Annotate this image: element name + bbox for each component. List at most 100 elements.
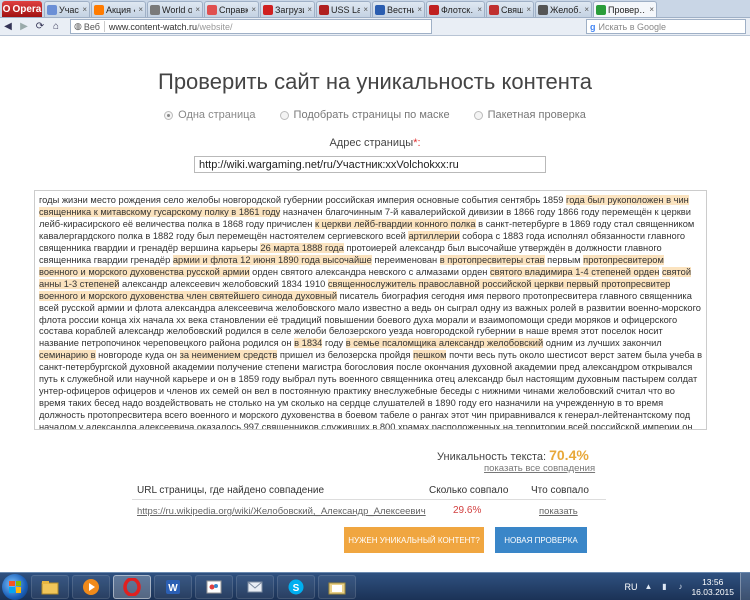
results-header-match: Сколько совпало: [429, 485, 509, 496]
checked-text-area: годы жизни место рождения село желобы но…: [34, 190, 707, 430]
tab-favicon-icon: [538, 4, 548, 15]
show-desktop-button[interactable]: [740, 572, 750, 600]
results-divider: [132, 499, 606, 500]
network-icon[interactable]: ▮: [659, 582, 669, 592]
tab-close-icon[interactable]: ×: [195, 5, 200, 14]
start-button[interactable]: [2, 573, 28, 600]
need-unique-content-button[interactable]: НУЖЕН УНИКАЛЬНЫЙ КОНТЕНТ?: [344, 527, 484, 553]
uniqueness-result: Уникальность текста: 70.4%: [437, 447, 589, 463]
skype-icon: S: [288, 579, 304, 594]
forward-arrow-icon: ▶: [20, 21, 28, 32]
tab-label: Желоб…: [550, 4, 581, 15]
taskbar-media-player[interactable]: [72, 574, 110, 599]
browser-tab[interactable]: World o…×: [147, 1, 203, 17]
show-all-matches-link[interactable]: показать все совпадения: [484, 463, 595, 474]
matched-text-fragment: пешком: [413, 350, 447, 361]
tab-close-icon[interactable]: ×: [477, 5, 482, 14]
browser-tab[interactable]: Вестни…×: [372, 1, 425, 17]
tab-close-icon[interactable]: ×: [584, 5, 589, 14]
mail-icon: [247, 581, 263, 592]
taskbar-clock[interactable]: 13:56 16.03.2015: [691, 577, 734, 597]
tab-close-icon[interactable]: ×: [138, 5, 143, 14]
radio-option[interactable]: Пакетная проверка: [473, 109, 586, 121]
input-language-indicator[interactable]: RU: [624, 582, 637, 592]
taskbar-paint[interactable]: [195, 574, 233, 599]
browser-toolbar: ◀ ▶ ⟳ ⌂ ◍ Веб www.content-watch.ru/websi…: [0, 18, 750, 36]
back-button[interactable]: ◀: [0, 19, 16, 35]
radio-option[interactable]: Одна страница: [164, 109, 256, 121]
taskbar-mail[interactable]: [236, 574, 274, 599]
search-field[interactable]: g Искать в Google: [586, 19, 746, 34]
radio-label: Подобрать страницы по маске: [293, 109, 450, 121]
volume-icon[interactable]: ♪: [675, 582, 685, 592]
taskbar-opera-browser[interactable]: [113, 574, 151, 599]
browser-tab[interactable]: Загрузи…×: [260, 1, 315, 17]
url-host: www.content-watch.ru: [108, 21, 197, 32]
tab-close-icon[interactable]: ×: [82, 5, 87, 14]
home-icon: ⌂: [52, 21, 60, 32]
results-header-url: URL страницы, где найдено совпадение: [137, 485, 325, 496]
matched-text-fragment: за неимением средств: [179, 350, 278, 361]
tray-show-hidden-icon[interactable]: ▲: [643, 582, 653, 592]
taskbar-explorer-folder[interactable]: [318, 574, 356, 599]
browser-tab[interactable]: Флотск…×: [426, 1, 485, 17]
tab-close-icon[interactable]: ×: [649, 5, 654, 14]
browser-tab[interactable]: USS Laff…×: [316, 1, 371, 17]
taskbar-file-explorer[interactable]: [31, 574, 69, 599]
back-arrow-icon: ◀: [4, 21, 12, 32]
tab-favicon-icon: [47, 4, 57, 15]
folder-icon: [41, 580, 59, 594]
taskbar-skype[interactable]: S: [277, 574, 315, 599]
browser-tab[interactable]: Участни…×: [44, 1, 90, 17]
tab-close-icon[interactable]: ×: [251, 5, 256, 14]
uniqueness-label: Уникальность текста:: [437, 451, 547, 463]
matched-text-fragment: в семье псаломщика александр желобовский: [345, 338, 544, 349]
address-bar[interactable]: ◍ Веб www.content-watch.ru/website/: [70, 19, 432, 34]
tab-close-icon[interactable]: ×: [363, 5, 368, 14]
tab-close-icon[interactable]: ×: [526, 5, 531, 14]
browser-tab[interactable]: Справк…×: [204, 1, 259, 17]
tab-favicon-icon: [489, 4, 499, 15]
browser-tab[interactable]: Свяще…×: [486, 1, 534, 17]
opera-icon: [123, 577, 141, 596]
url-text: www.content-watch.ru/website/: [109, 22, 233, 32]
url-prefix: Веб: [83, 21, 100, 32]
tab-favicon-icon: [429, 4, 439, 15]
opera-menu-button[interactable]: O Opera: [2, 1, 42, 17]
text-fragment: почти весь путь около шестисот верст зат…: [39, 350, 703, 430]
matched-text-fragment: святого владимира 1-4 степеней орден: [490, 266, 660, 277]
matched-text-fragment: 26 марта 1888 года: [260, 242, 344, 253]
matched-text-fragment: армии и флота 12 июня 1890 года высочайш…: [172, 254, 372, 265]
windows-logo-icon: [9, 580, 21, 593]
browser-tab[interactable]: Желоб…×: [535, 1, 592, 17]
globe-icon: ◍: [74, 21, 82, 31]
text-fragment: годы жизни место рождения село желобы но…: [39, 195, 567, 205]
tab-label: Флотск…: [441, 4, 474, 15]
page-address-input[interactable]: [194, 156, 546, 173]
radio-option[interactable]: Подобрать страницы по маске: [279, 109, 450, 121]
tab-close-icon[interactable]: ×: [417, 5, 422, 14]
new-check-button[interactable]: НОВАЯ ПРОВЕРКА: [495, 527, 587, 553]
home-button[interactable]: ⌂: [48, 19, 64, 35]
radio-button[interactable]: [473, 110, 483, 120]
clock-date: 16.03.2015: [691, 586, 734, 597]
taskbar-word[interactable]: W: [154, 574, 192, 599]
page-content: Проверить сайт на уникальность контента …: [0, 37, 750, 572]
radio-button[interactable]: [279, 110, 289, 120]
radio-button[interactable]: [164, 110, 174, 120]
paint-icon: [206, 580, 222, 593]
tab-close-icon[interactable]: ×: [307, 5, 312, 14]
show-match-link[interactable]: показать: [539, 506, 578, 517]
system-tray: RU ▲ ▮ ♪ 13:56 16.03.2015: [624, 577, 740, 597]
browser-tab-bar: O Opera Участни…×Акция «…×World o…×Справ…: [0, 0, 750, 18]
reload-button[interactable]: ⟳: [32, 19, 48, 35]
tab-label: Провер…: [608, 4, 647, 15]
browser-tab[interactable]: Провер… ×: [593, 1, 657, 17]
browser-tab[interactable]: Акция «…×: [91, 1, 146, 17]
forward-button[interactable]: ▶: [16, 19, 32, 35]
google-icon: g: [590, 21, 596, 32]
match-url-link[interactable]: https://ru.wikipedia.org/wiki/Желобовски…: [137, 506, 426, 517]
address-label: Адрес страницы*:: [0, 137, 750, 149]
svg-text:W: W: [168, 583, 178, 594]
matched-text-fragment: к церкви лейб-гвардии конного полка: [314, 218, 476, 229]
